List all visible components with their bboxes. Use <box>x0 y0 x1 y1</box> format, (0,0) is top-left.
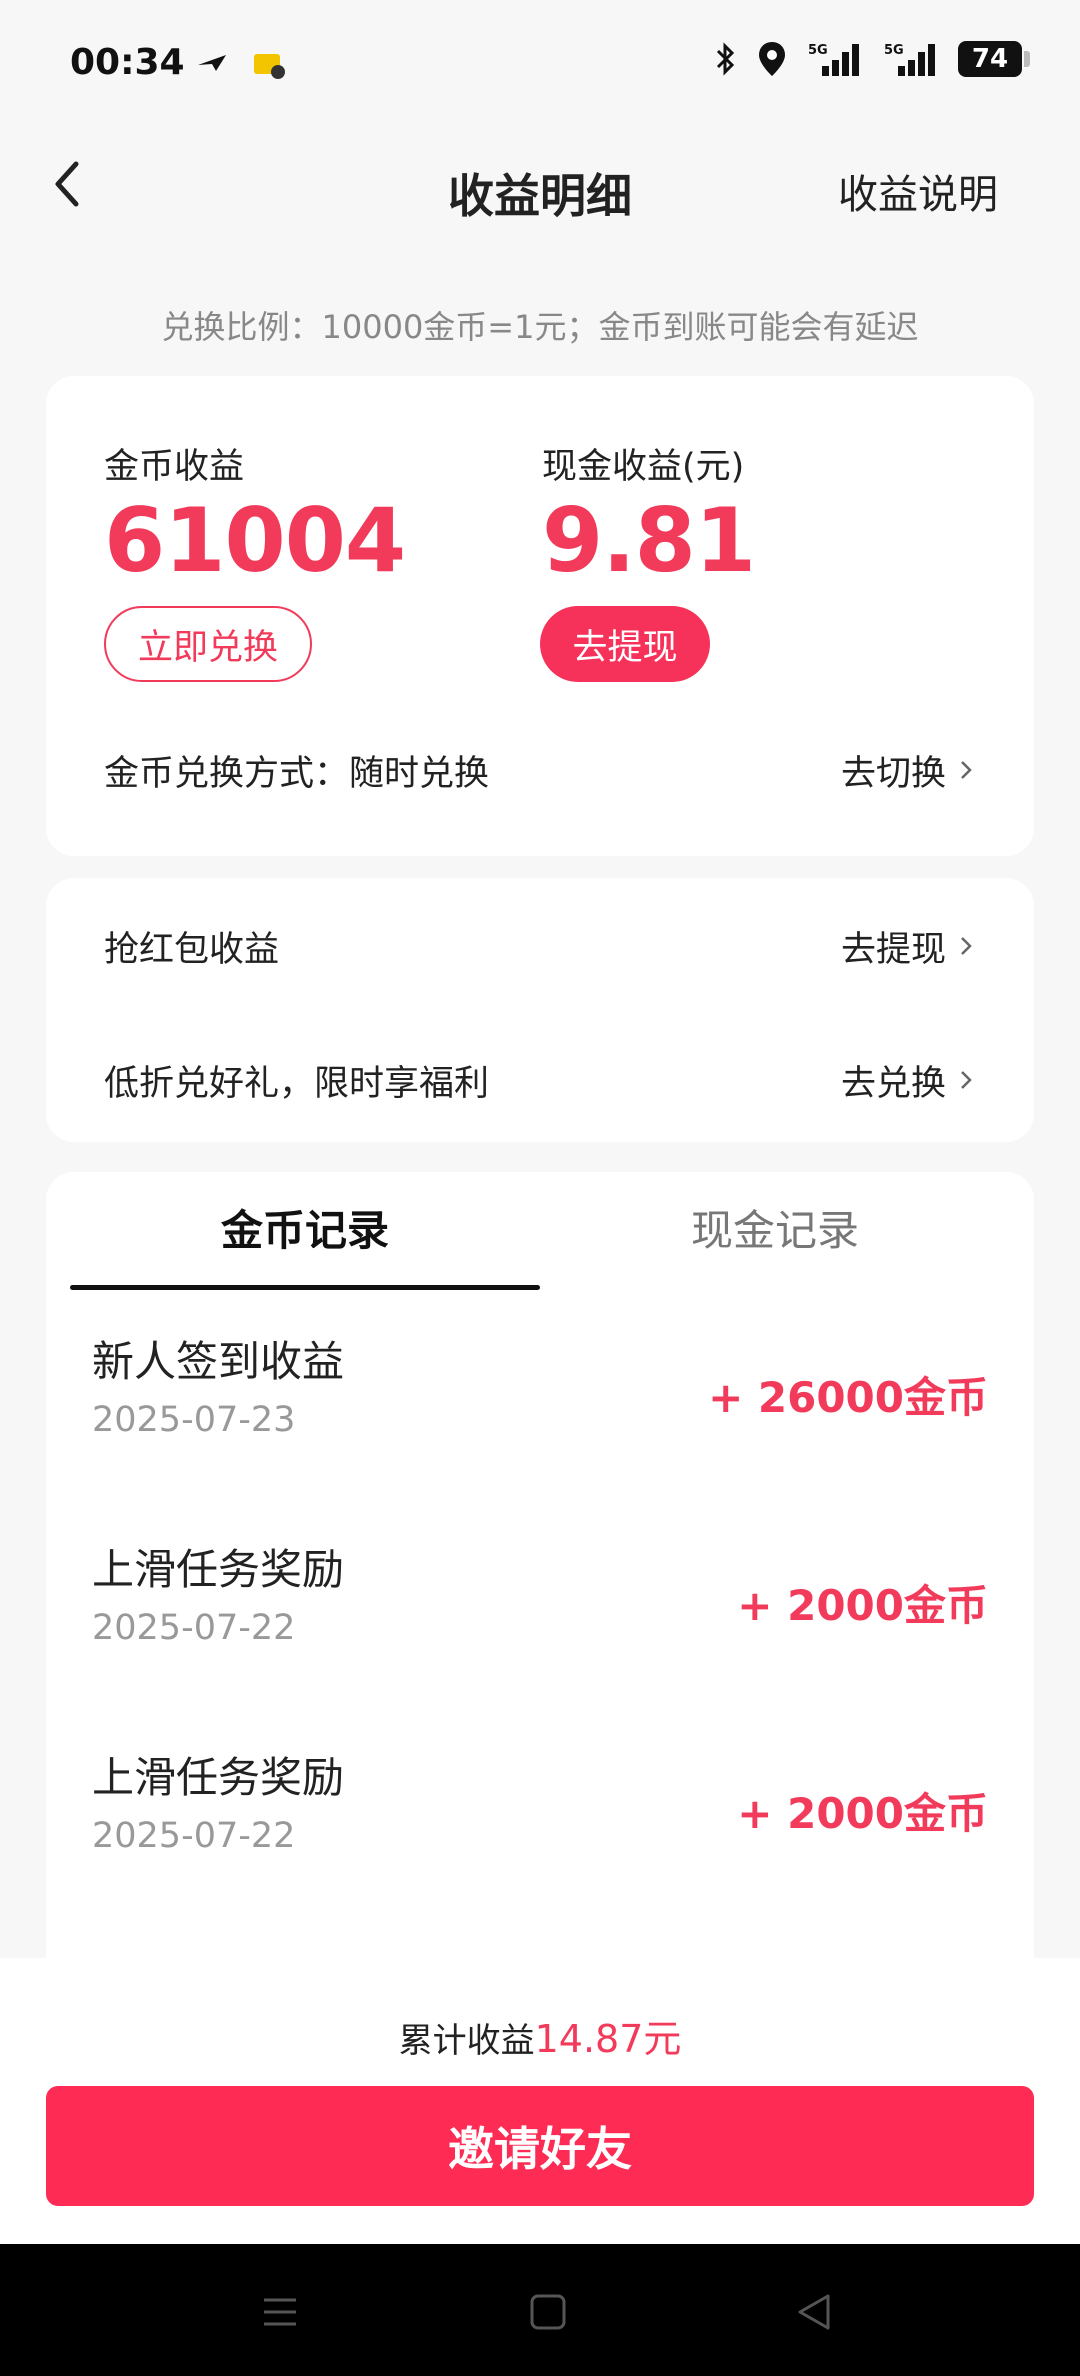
switch-mode-link[interactable]: 去切换 <box>841 745 946 796</box>
discount-exchange-link[interactable]: 去兑换 <box>841 1055 946 1106</box>
cash-earnings: 现金收益(元) 9.81 <box>542 438 756 592</box>
battery-level: 74 <box>971 44 1009 74</box>
record-title: 新人签到收益 <box>92 1337 345 1386</box>
total-earnings: 累计收益14.87元 <box>0 2008 1080 2063</box>
nav-header: 收益明细 收益说明 <box>0 120 1080 250</box>
list-item: 上滑任务奖励 2025-07-22 + 2000金币 <box>92 1536 988 1676</box>
record-amount: + 2000金币 <box>737 1789 988 1838</box>
record-amount: + 2000金币 <box>737 1581 988 1630</box>
total-earnings-label: 累计收益 <box>398 2021 535 2061</box>
record-title: 上滑任务奖励 <box>92 1753 345 1802</box>
back-triangle-icon <box>798 2294 830 2330</box>
chevron-right-icon <box>961 761 972 779</box>
tab-cash-records[interactable]: 现金记录 <box>540 1172 1010 1282</box>
menu-icon <box>264 2298 296 2326</box>
exchange-rate-note: 兑换比例：10000金币=1元；金币到账可能会有延迟 <box>161 308 919 346</box>
cash-earnings-label: 现金收益(元) <box>542 447 745 487</box>
signal-5g-icon: 5G <box>808 43 859 76</box>
discount-gift-row[interactable]: 低折兑好礼，限时享福利 去兑换 <box>104 1050 976 1110</box>
exchange-mode-row[interactable]: 金币兑换方式：随时兑换 去切换 <box>104 740 976 800</box>
chevron-right-icon <box>961 937 972 955</box>
home-nav-button[interactable] <box>520 2284 576 2340</box>
record-date: 2025-07-23 <box>92 1400 296 1440</box>
record-amount: + 26000金币 <box>708 1373 988 1422</box>
status-time: 00:34 <box>70 42 185 83</box>
invite-friends-button[interactable]: 邀请好友 <box>46 2086 1034 2206</box>
status-bar: 00:34 5G 5G 74 <box>0 0 1080 120</box>
red-packet-withdraw-link[interactable]: 去提现 <box>841 921 946 972</box>
menu-nav-button[interactable] <box>252 2284 308 2340</box>
svg-text:5G: 5G <box>884 43 904 58</box>
bottom-panel: 累计收益14.87元 邀请好友 <box>0 1958 1080 2244</box>
tab-coin-records[interactable]: 金币记录 <box>70 1172 540 1290</box>
red-packet-row[interactable]: 抢红包收益 去提现 <box>104 916 976 976</box>
battery-indicator: 74 <box>958 41 1030 77</box>
signal-5g-icon: 5G <box>884 43 935 76</box>
list-item: 新人签到收益 2025-07-23 + 26000金币 <box>92 1328 988 1468</box>
exchange-mode-label: 金币兑换方式：随时兑换 <box>104 753 490 794</box>
red-packet-label: 抢红包收益 <box>104 929 280 970</box>
back-nav-button[interactable] <box>786 2284 842 2340</box>
svg-text:5G: 5G <box>808 43 828 58</box>
bluetooth-icon <box>716 42 735 76</box>
coin-earnings-label: 金币收益 <box>104 447 245 487</box>
earnings-card: 金币收益 61004 现金收益(元) 9.81 立即兑换 去提现 金币兑换方式：… <box>46 376 1034 856</box>
coin-earnings: 金币收益 61004 <box>104 438 406 592</box>
home-square-icon <box>530 2294 566 2330</box>
chevron-right-icon <box>961 1071 972 1089</box>
record-title: 上滑任务奖励 <box>92 1545 345 1594</box>
withdraw-button[interactable]: 去提现 <box>540 606 710 682</box>
location-icon <box>759 42 785 76</box>
system-nav-bar <box>0 2244 1080 2376</box>
discount-gift-label: 低折兑好礼，限时享福利 <box>104 1063 490 1104</box>
links-card: 抢红包收益 去提现 低折兑好礼，限时享福利 去兑换 <box>46 878 1034 1142</box>
app-notification-icon <box>254 54 285 79</box>
record-date: 2025-07-22 <box>92 1608 296 1648</box>
list-item: 上滑任务奖励 2025-07-22 + 2000金币 <box>92 1744 988 1884</box>
earnings-info-link[interactable]: 收益说明 <box>838 162 998 220</box>
total-earnings-amount: 14.87元 <box>534 2017 682 2061</box>
cash-earnings-value: 9.81 <box>542 489 756 592</box>
coin-earnings-value: 61004 <box>104 489 406 592</box>
records-tabs: 金币记录 现金记录 <box>70 1172 1010 1290</box>
airplane-like-icon <box>198 55 226 71</box>
record-date: 2025-07-22 <box>92 1816 296 1856</box>
earnings-detail-page: 00:34 5G 5G 74 收益明细 收益说明 兑换比例：10000金币=1元… <box>0 0 1080 2376</box>
exchange-now-button[interactable]: 立即兑换 <box>104 606 312 682</box>
